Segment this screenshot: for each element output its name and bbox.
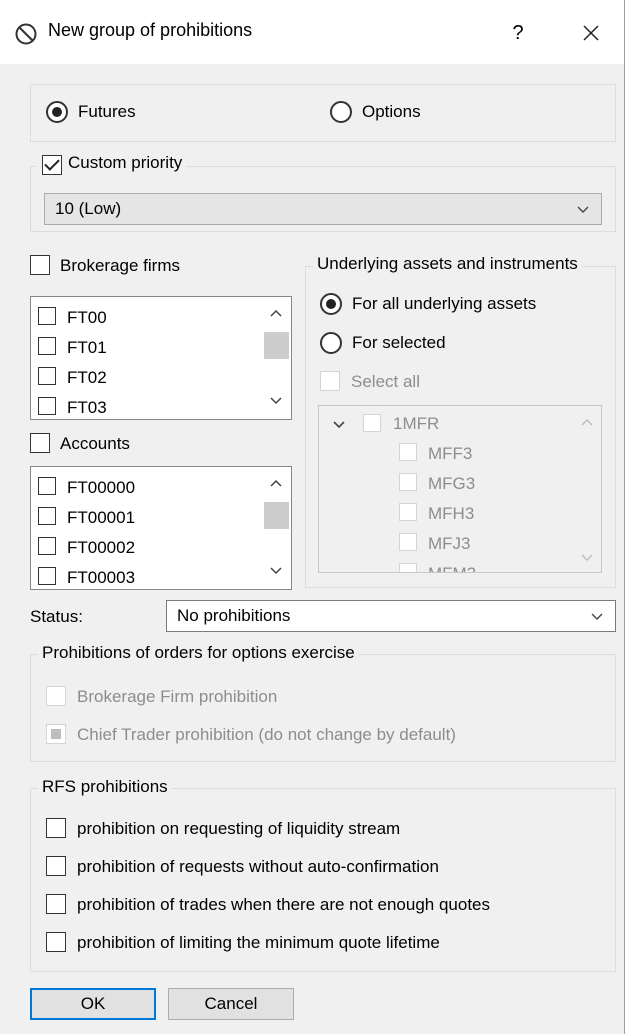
accounts-checkbox[interactable] <box>30 433 50 453</box>
scrollbar-thumb[interactable] <box>264 332 289 359</box>
list-item[interactable]: FT01 <box>67 338 107 358</box>
brokerage-prohibition-label[interactable]: Brokerage Firm prohibition <box>77 687 277 707</box>
scroll-down-icon[interactable] <box>579 548 595 566</box>
scrollbar[interactable] <box>261 297 291 419</box>
priority-combo[interactable]: 10 (Low) <box>44 193 602 225</box>
rfs-legend: RFS prohibitions <box>38 777 172 797</box>
list-item[interactable]: FT00002 <box>67 538 135 558</box>
options-exercise-group <box>30 654 616 762</box>
chevron-down-icon <box>591 613 603 620</box>
status-combo[interactable]: No prohibitions <box>166 600 616 632</box>
priority-value: 10 (Low) <box>55 199 122 218</box>
list-item[interactable]: FT00003 <box>67 568 135 588</box>
scrollbar[interactable] <box>261 467 291 589</box>
options-exercise-legend: Prohibitions of orders for options exerc… <box>38 643 359 663</box>
window-title: New group of prohibitions <box>48 20 253 40</box>
list-item-checkbox[interactable] <box>38 537 56 555</box>
scrollbar-thumb[interactable] <box>264 502 289 529</box>
all-underlying-radio[interactable] <box>320 293 342 315</box>
accounts-label[interactable]: Accounts <box>60 434 130 454</box>
scroll-up-icon[interactable] <box>579 414 595 432</box>
chevron-down-icon[interactable] <box>331 416 347 432</box>
scrollbar[interactable] <box>573 406 601 572</box>
list-item-checkbox[interactable] <box>38 337 56 355</box>
cancel-button[interactable]: Cancel <box>168 988 294 1020</box>
tree-node[interactable]: MFJ3 <box>428 534 471 554</box>
select-all-checkbox[interactable] <box>320 371 340 391</box>
ok-button[interactable]: OK <box>30 988 156 1020</box>
list-item-checkbox[interactable] <box>38 477 56 495</box>
list-item-checkbox[interactable] <box>38 367 56 385</box>
rfs-item-checkbox[interactable] <box>46 856 66 876</box>
scroll-down-icon[interactable] <box>268 561 284 579</box>
tree-node[interactable]: MFM3 <box>428 564 476 572</box>
select-all-label[interactable]: Select all <box>351 372 420 392</box>
list-item-checkbox[interactable] <box>38 397 56 415</box>
tree-node-checkbox[interactable] <box>399 563 417 572</box>
status-value: No prohibitions <box>177 606 291 625</box>
list-item[interactable]: FT00 <box>67 308 107 328</box>
scroll-up-icon[interactable] <box>268 475 284 493</box>
tree-node-root[interactable]: 1MFR <box>393 414 439 434</box>
list-item-checkbox[interactable] <box>38 567 56 585</box>
all-underlying-label[interactable]: For all underlying assets <box>352 294 536 314</box>
rfs-item-checkbox[interactable] <box>46 818 66 838</box>
custom-priority-checkbox[interactable] <box>42 155 62 175</box>
list-item[interactable]: FT03 <box>67 398 107 418</box>
tree-node-checkbox[interactable] <box>363 414 381 432</box>
brokerage-firms-list[interactable]: FT00 FT01 FT02 FT03 <box>30 296 292 420</box>
rfs-item-checkbox[interactable] <box>46 932 66 952</box>
rfs-item-checkbox[interactable] <box>46 894 66 914</box>
tree-node[interactable]: MFG3 <box>428 474 475 494</box>
list-item-checkbox[interactable] <box>38 307 56 325</box>
list-item[interactable]: FT02 <box>67 368 107 388</box>
tree-node[interactable]: MFF3 <box>428 444 472 464</box>
help-button[interactable]: ? <box>486 12 550 54</box>
list-item[interactable]: FT00001 <box>67 508 135 528</box>
brokerage-prohibition-checkbox[interactable] <box>46 686 66 706</box>
rfs-item-label[interactable]: prohibition of trades when there are not… <box>77 895 490 915</box>
selected-underlying-label[interactable]: For selected <box>352 333 446 353</box>
rfs-item-label[interactable]: prohibition of limiting the minimum quot… <box>77 933 440 953</box>
selected-underlying-radio[interactable] <box>320 332 342 354</box>
chief-trader-prohibition-checkbox[interactable] <box>46 724 66 744</box>
tree-node-checkbox[interactable] <box>399 503 417 521</box>
dialog-window: New group of prohibitions ? Futures Opti… <box>0 0 625 1034</box>
scroll-down-icon[interactable] <box>268 391 284 409</box>
options-label[interactable]: Options <box>362 102 421 122</box>
rfs-item-label[interactable]: prohibition of requests without auto-con… <box>77 857 439 877</box>
futures-radio[interactable] <box>46 101 68 123</box>
futures-label[interactable]: Futures <box>78 102 136 122</box>
tree-node-checkbox[interactable] <box>399 443 417 461</box>
chevron-down-icon <box>577 206 589 213</box>
rfs-item-label[interactable]: prohibition on requesting of liquidity s… <box>77 819 400 839</box>
underlying-tree[interactable]: 1MFR MFF3 MFG3 MFH3 MFJ3 MFM3 <box>318 405 602 573</box>
options-radio[interactable] <box>330 101 352 123</box>
chief-trader-prohibition-label[interactable]: Chief Trader prohibition (do not change … <box>77 725 456 745</box>
brokerage-firms-label[interactable]: Brokerage firms <box>60 256 180 276</box>
close-icon <box>583 25 599 41</box>
brokerage-firms-checkbox[interactable] <box>30 255 50 275</box>
scroll-up-icon[interactable] <box>268 305 284 323</box>
tree-node-checkbox[interactable] <box>399 473 417 491</box>
underlying-legend: Underlying assets and instruments <box>313 254 582 274</box>
list-item-checkbox[interactable] <box>38 507 56 525</box>
list-item[interactable]: FT00000 <box>67 478 135 498</box>
prohibited-icon <box>14 22 38 46</box>
tree-node-checkbox[interactable] <box>399 533 417 551</box>
tree-node[interactable]: MFH3 <box>428 504 474 524</box>
custom-priority-label[interactable]: Custom priority <box>68 153 182 172</box>
accounts-list[interactable]: FT00000 FT00001 FT00002 FT00003 <box>30 466 292 590</box>
status-label: Status: <box>30 607 83 626</box>
close-button[interactable] <box>562 12 620 54</box>
